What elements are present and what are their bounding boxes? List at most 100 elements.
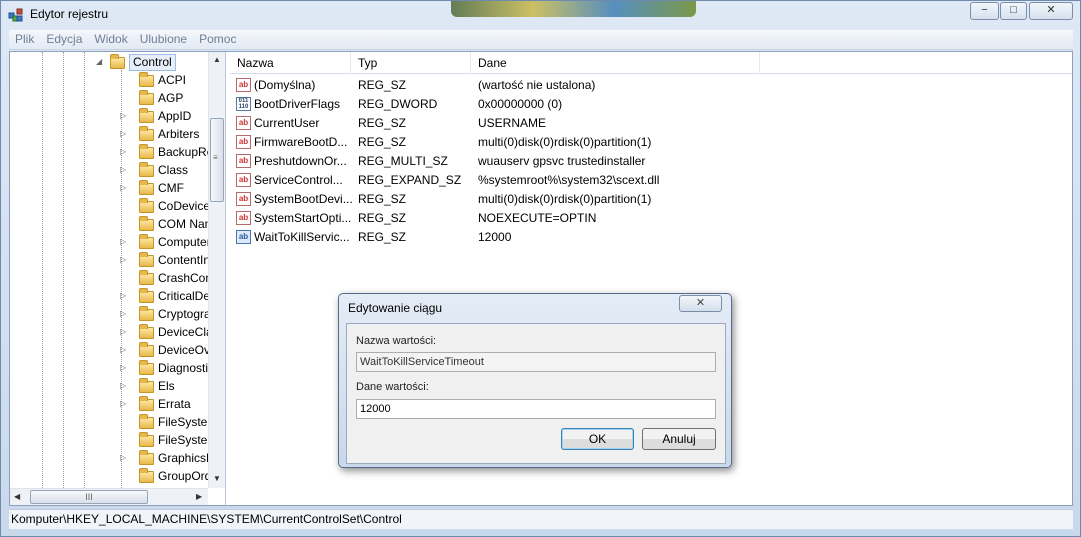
maximize-button[interactable]: □ <box>1000 2 1027 20</box>
tree-item-label: CMF <box>158 181 184 195</box>
tree-item[interactable]: ▷ Els <box>114 377 210 395</box>
menu-view[interactable]: Widok <box>88 30 133 48</box>
value-data-input[interactable]: 12000 <box>356 399 716 419</box>
title-bar-decoration <box>451 1 696 17</box>
expand-arrow-icon[interactable]: ▷ <box>120 161 126 179</box>
minimize-button[interactable]: − <box>970 2 999 20</box>
list-row[interactable]: ab SystemStartOpti... REG_SZ NOEXECUTE=OPT… <box>230 209 1072 228</box>
tree-item-control[interactable]: ◢ Control <box>96 53 206 71</box>
cell-data: USERNAME <box>478 116 547 130</box>
list-row[interactable]: ab PreshutdownOr... REG_MULTI_SZ wuauserv g… <box>230 152 1072 171</box>
tree-item[interactable]: ▷ Computerl <box>114 233 214 251</box>
folder-icon <box>139 126 154 141</box>
expand-arrow-icon[interactable]: ▷ <box>120 305 126 323</box>
expand-arrow-icon[interactable]: ▷ <box>120 125 126 143</box>
tree-item[interactable]: ▷ CMF <box>114 179 210 197</box>
menu-file[interactable]: Plik <box>9 30 40 48</box>
scroll-up-arrow-icon[interactable]: ▲ <box>213 55 221 64</box>
tree-item-label: Errata <box>158 397 191 411</box>
tree-horizontal-scrollbar[interactable]: ◀ III ▶ <box>10 488 208 505</box>
folder-icon <box>139 270 154 285</box>
cell-data: %systemroot%\system32\scext.dll <box>478 173 660 187</box>
tree-item[interactable]: ▷ BackupRes <box>114 143 219 161</box>
cell-data: NOEXECUTE=OPTIN <box>478 211 597 225</box>
dialog-body: Nazwa wartości: WaitToKillServiceTimeout… <box>346 323 726 464</box>
list-row[interactable]: ab ServiceControl... REG_EXPAND_SZ %systemr… <box>230 171 1072 190</box>
grip-icon: ≡ <box>213 153 218 162</box>
expand-arrow-icon[interactable]: ▷ <box>120 377 126 395</box>
tree-guide-line <box>84 52 85 488</box>
scroll-down-arrow-icon[interactable]: ▼ <box>213 474 221 483</box>
tree-item[interactable]: FileSystem <box>114 431 217 449</box>
scroll-left-arrow-icon[interactable]: ◀ <box>14 492 20 501</box>
ok-button[interactable]: OK <box>561 428 634 450</box>
expand-arrow-icon[interactable]: ▷ <box>120 341 126 359</box>
folder-icon <box>139 90 154 105</box>
scrollbar-thumb[interactable]: III <box>30 490 148 504</box>
expand-arrow-icon[interactable]: ▷ <box>120 359 126 377</box>
tree-item-label: Arbiters <box>158 127 200 141</box>
tree-item[interactable]: ACPI <box>114 71 210 89</box>
list-row[interactable]: ab WaitToKillServic... REG_SZ 12000 <box>230 228 1072 247</box>
tree-item[interactable]: CoDeviceIr <box>114 197 217 215</box>
registry-app-icon <box>8 8 23 22</box>
string-value-icon: ab <box>236 173 251 187</box>
list-row[interactable]: ab SystemBootDevi... REG_SZ multi(0)disk(0)… <box>230 190 1072 209</box>
tree-item-label: ACPI <box>158 73 187 87</box>
expand-arrow-icon[interactable]: ▷ <box>120 251 126 269</box>
cell-type: REG_SZ <box>358 116 407 130</box>
tree-item-label: Class <box>158 163 189 177</box>
tree-item[interactable]: ▷ AppID <box>114 107 210 125</box>
column-header-name[interactable]: Nazwa <box>230 52 351 74</box>
tree-item[interactable]: ▷ GraphicsDr <box>114 449 219 467</box>
expand-arrow-icon[interactable]: ▷ <box>120 143 126 161</box>
tree-item[interactable]: ▷ Cryptograp <box>114 305 217 323</box>
tree-item-label: Computerl <box>158 235 214 249</box>
list-row[interactable]: 011 110 BootDriverFlags REG_DWORD 0x00000000… <box>230 95 1072 114</box>
list-row[interactable]: ab (Domyślna) REG_SZ (wartość nie ustalona) <box>230 76 1072 95</box>
title-bar[interactable]: Edytor rejestru − □ ✕ <box>1 1 1080 29</box>
expand-arrow-icon[interactable]: ▷ <box>120 233 126 251</box>
tree-item[interactable]: ▷ Arbiters <box>114 125 210 143</box>
collapse-arrow-icon[interactable]: ◢ <box>96 53 102 71</box>
window-title: Edytor rejestru <box>30 7 109 21</box>
tree-item[interactable]: ▷ Class <box>114 161 210 179</box>
tree-item[interactable]: ▷ ContentInc <box>114 251 216 269</box>
tree-guide-line <box>42 52 43 488</box>
column-header-type[interactable]: Typ <box>351 52 471 74</box>
menu-help[interactable]: Pomoc <box>193 30 242 48</box>
scrollbar-thumb[interactable]: ≡ <box>210 118 224 202</box>
tree-item[interactable]: ▷ Errata <box>114 395 210 413</box>
tree-item[interactable]: GroupOrde <box>114 467 218 485</box>
list-row[interactable]: ab CurrentUser REG_SZ USERNAME <box>230 114 1072 133</box>
folder-icon <box>139 378 154 393</box>
menu-edit[interactable]: Edycja <box>40 30 88 48</box>
binary-value-icon: 011 110 <box>236 97 251 111</box>
scroll-right-arrow-icon[interactable]: ▶ <box>196 492 202 501</box>
tree-item[interactable]: ▷ CriticalDev <box>114 287 216 305</box>
tree-item[interactable]: FileSystem <box>114 413 217 431</box>
tree-item[interactable]: ▷ DeviceClas <box>114 323 219 341</box>
tree-item[interactable]: CrashCont <box>114 269 215 287</box>
expand-arrow-icon[interactable]: ▷ <box>120 449 126 467</box>
expand-arrow-icon[interactable]: ▷ <box>120 179 126 197</box>
expand-arrow-icon[interactable]: ▷ <box>120 323 126 341</box>
expand-arrow-icon[interactable]: ▷ <box>120 395 126 413</box>
tree-item[interactable]: AGP <box>114 89 210 107</box>
cell-type: REG_SZ <box>358 211 407 225</box>
menu-favorites[interactable]: Ulubione <box>134 30 193 48</box>
tree-vertical-scrollbar[interactable]: ▲ ≡ ▼ <box>208 52 225 488</box>
tree-item[interactable]: ▷ Diagnostic <box>114 359 214 377</box>
expand-arrow-icon[interactable]: ▷ <box>120 287 126 305</box>
column-header-data[interactable]: Dane <box>471 52 760 74</box>
folder-icon <box>139 216 154 231</box>
tree-item[interactable]: COM Nam <box>114 215 215 233</box>
cell-type: REG_SZ <box>358 192 407 206</box>
tree-item[interactable]: ▷ DeviceOve <box>114 341 217 359</box>
list-row[interactable]: ab FirmwareBootD... REG_SZ multi(0)disk(0)r… <box>230 133 1072 152</box>
folder-icon <box>139 432 154 447</box>
dialog-close-button[interactable]: ✕ <box>679 295 722 312</box>
close-button[interactable]: ✕ <box>1029 2 1073 20</box>
expand-arrow-icon[interactable]: ▷ <box>120 107 126 125</box>
cancel-button[interactable]: Anuluj <box>642 428 716 450</box>
